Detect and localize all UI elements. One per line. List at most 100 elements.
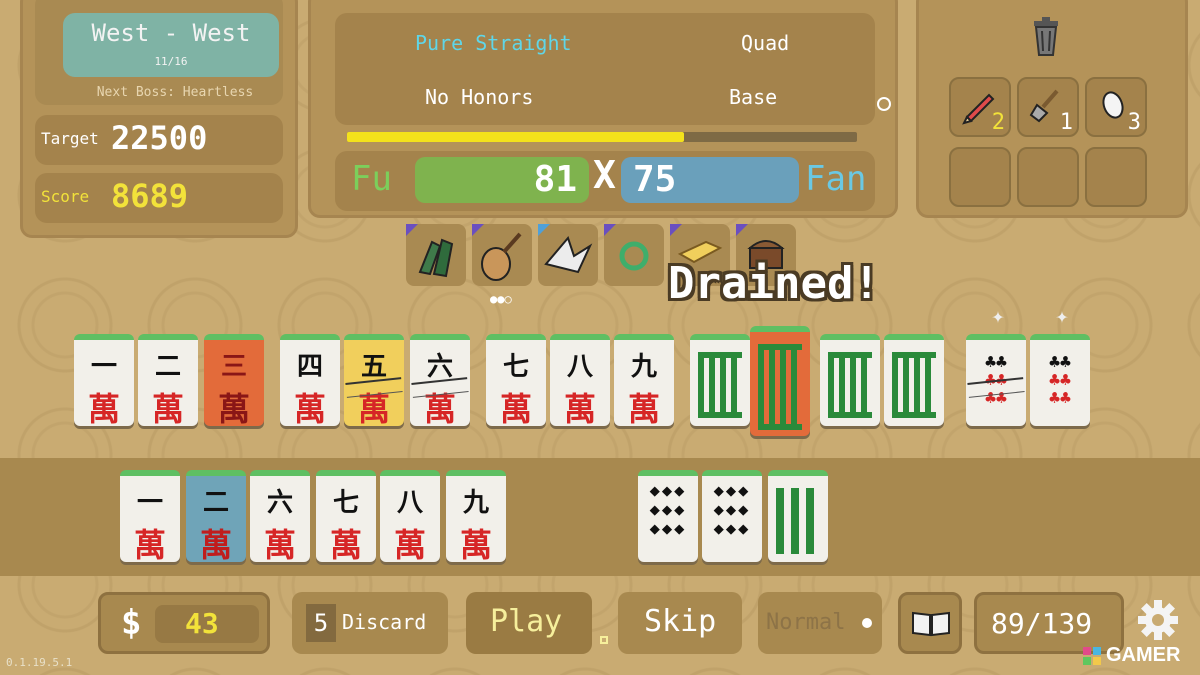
rulebook-button[interactable]	[898, 592, 962, 654]
meld-tile-6[interactable]: 七萬	[486, 334, 546, 428]
tile-suit: 萬	[357, 390, 390, 428]
hand-tile-0[interactable]: 一萬	[120, 470, 180, 564]
speed-mode-button[interactable]: Normal	[758, 592, 882, 654]
play-label: Play	[490, 604, 563, 639]
relic-pipa-lute[interactable]	[472, 224, 532, 286]
tile-number: 六	[266, 488, 293, 518]
hand-tile-5[interactable]: 九萬	[446, 470, 506, 564]
tile-wall-count: 89/139	[991, 607, 1093, 640]
next-boss-label: Next Boss: Heartless	[96, 85, 254, 100]
gamer-logo-icon	[1083, 647, 1101, 665]
bamboo-tile[interactable]	[768, 470, 828, 562]
meld-tile-4[interactable]: 五萬	[344, 334, 404, 428]
tile-suit: 萬	[217, 390, 250, 428]
meld-tile-5[interactable]: 六萬	[410, 334, 470, 428]
relic-rarity-marker	[604, 224, 616, 236]
tile-suit: 萬	[263, 526, 296, 564]
fan-label: Fan	[805, 159, 867, 199]
bamboo-pattern	[828, 352, 872, 418]
tile-number: 一	[90, 352, 117, 382]
skip-button[interactable]: Skip	[618, 592, 742, 654]
bamboo-tile-highlighted[interactable]	[750, 326, 810, 436]
hand-tile-1[interactable]: 二萬	[186, 470, 246, 564]
tile-suit: 萬	[563, 390, 596, 428]
hand-pure-straight: Pure Straight	[415, 31, 572, 55]
tile-number: 二	[154, 352, 181, 382]
tile-number: 九	[630, 352, 657, 382]
circle-pattern: ♣♣ ♣♣ ♣♣	[1049, 352, 1071, 409]
egg-count: 3	[1127, 110, 1141, 135]
discard-button[interactable]: 5 Discard	[292, 592, 448, 654]
diamond-pattern: ◆◆◆ ◆◆◆ ◆◆◆	[713, 481, 751, 539]
relic-rarity-marker	[406, 224, 418, 236]
tile-number: 九	[462, 488, 489, 518]
tile-suit: 萬	[627, 390, 660, 428]
hand-no-honors: No Honors	[425, 85, 534, 109]
fu-label: Fu	[351, 159, 392, 199]
relic-rarity-marker	[538, 224, 550, 236]
hand-quad: Quad	[741, 31, 790, 55]
tile-suit: 萬	[423, 390, 456, 428]
hand-tile-3[interactable]: 七萬	[316, 470, 376, 564]
meld-tile-3[interactable]: 四萬	[280, 334, 340, 428]
relic-rarity-marker	[736, 224, 748, 236]
consumable-slot-shovel[interactable]: 1	[1017, 77, 1079, 137]
circle-tile[interactable]: ♣♣ ♣♣ ♣♣	[1030, 334, 1090, 426]
circle-tile[interactable]: ♣♣ ♣♣ ♣♣	[966, 334, 1026, 426]
tile-number: 五	[360, 352, 387, 382]
target-label: Target	[41, 129, 99, 148]
tile-number: 七	[502, 352, 529, 382]
consumable-slot-egg[interactable]: 3	[1085, 77, 1147, 137]
hand-tile-2[interactable]: 六萬	[250, 470, 310, 564]
gamer-watermark: GAMER	[1106, 644, 1181, 666]
bamboo-pattern	[776, 488, 820, 554]
gear-icon[interactable]	[1138, 600, 1178, 640]
scoring-progress-fill	[347, 132, 684, 142]
diamond-tile[interactable]: ◆◆◆ ◆◆◆ ◆◆◆	[638, 470, 698, 562]
round-info-panel: West - West 11/16 Next Boss: Heartless T…	[20, 0, 298, 238]
tile-number: 七	[332, 488, 359, 518]
tile-suit: 萬	[133, 526, 166, 564]
relic-paper-crane[interactable]	[538, 224, 598, 286]
diamond-pattern: ◆◆◆ ◆◆◆ ◆◆◆	[649, 481, 687, 539]
tile-suit: 萬	[151, 390, 184, 428]
play-button[interactable]: Play	[466, 592, 592, 654]
meld-tile-0[interactable]: 一萬	[74, 334, 134, 428]
trash-icon[interactable]	[1031, 17, 1061, 57]
bamboo-pattern	[892, 352, 936, 418]
money-display: $ 43	[98, 592, 270, 654]
discard-count: 5	[306, 604, 336, 642]
scoring-progress-bar	[347, 132, 857, 142]
bamboo-tile[interactable]	[820, 334, 880, 426]
version-label: 0.1.19.5.1	[6, 656, 73, 669]
round-box: West - West 11/16 Next Boss: Heartless	[35, 0, 283, 105]
tile-number: 八	[396, 488, 423, 518]
multiply-sign: X	[593, 153, 616, 197]
play-indicator-icon	[600, 636, 608, 644]
bamboo-tile[interactable]	[690, 334, 750, 426]
meld-tile-2[interactable]: 三萬	[204, 334, 264, 428]
tile-suit: 萬	[393, 526, 426, 564]
target-box: Target 22500	[35, 115, 283, 165]
fan-bar: 75	[621, 157, 799, 203]
relic-jade-ring[interactable]	[604, 224, 664, 286]
fu-fan-row: Fu 81 X 75 Fan	[335, 151, 875, 211]
consumable-slot-empty[interactable]	[1017, 147, 1079, 207]
bamboo-tile[interactable]	[884, 334, 944, 426]
dollar-icon: $	[121, 603, 142, 643]
consumable-slot-pencil[interactable]: 2	[949, 77, 1011, 137]
fu-bar: 81	[415, 157, 589, 203]
meld-tile-1[interactable]: 二萬	[138, 334, 198, 428]
round-count: 11/16	[154, 55, 188, 68]
tile-suit: 萬	[87, 390, 120, 428]
tile-wall-counter[interactable]: 89/139	[974, 592, 1124, 654]
tile-suit: 萬	[459, 526, 492, 564]
consumable-slot-empty[interactable]	[1085, 147, 1147, 207]
meld-tile-8[interactable]: 九萬	[614, 334, 674, 428]
relic-rarity-marker	[670, 224, 682, 236]
relic-bamboo-bundle[interactable]	[406, 224, 466, 286]
meld-tile-7[interactable]: 八萬	[550, 334, 610, 428]
hand-tile-4[interactable]: 八萬	[380, 470, 440, 564]
consumable-slot-empty[interactable]	[949, 147, 1011, 207]
diamond-tile[interactable]: ◆◆◆ ◆◆◆ ◆◆◆	[702, 470, 762, 562]
